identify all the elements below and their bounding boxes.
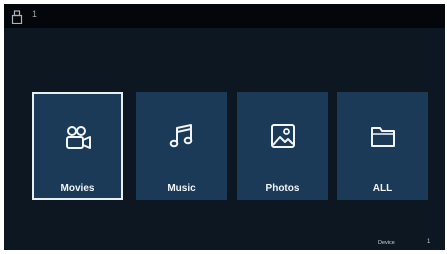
tile-all[interactable]: ALL [337, 92, 428, 200]
footer-label: Device [378, 240, 395, 246]
movie-camera-icon [65, 126, 91, 149]
top-status-bar: 1 [4, 4, 445, 28]
tile-movies[interactable]: Movies [32, 92, 123, 200]
tile-label-music: Music [167, 183, 196, 194]
tile-music[interactable]: Music [136, 92, 227, 200]
top-indicator: 1 [32, 9, 38, 19]
media-browser-screen: 1 Movies Music Photos ALL Device 1 [4, 4, 445, 250]
tile-label-all: ALL [372, 183, 393, 194]
media-category-tiles: Movies Music Photos ALL [4, 92, 445, 202]
usb-drive-icon [11, 10, 23, 24]
footer-value: 1 [427, 239, 431, 245]
tile-photos[interactable]: Photos [237, 92, 328, 200]
music-note-icon [169, 124, 192, 148]
tile-label-movies: Movies [60, 183, 95, 194]
photo-icon [270, 124, 295, 148]
tile-label-photos: Photos [265, 183, 300, 194]
folder-icon [370, 127, 395, 147]
